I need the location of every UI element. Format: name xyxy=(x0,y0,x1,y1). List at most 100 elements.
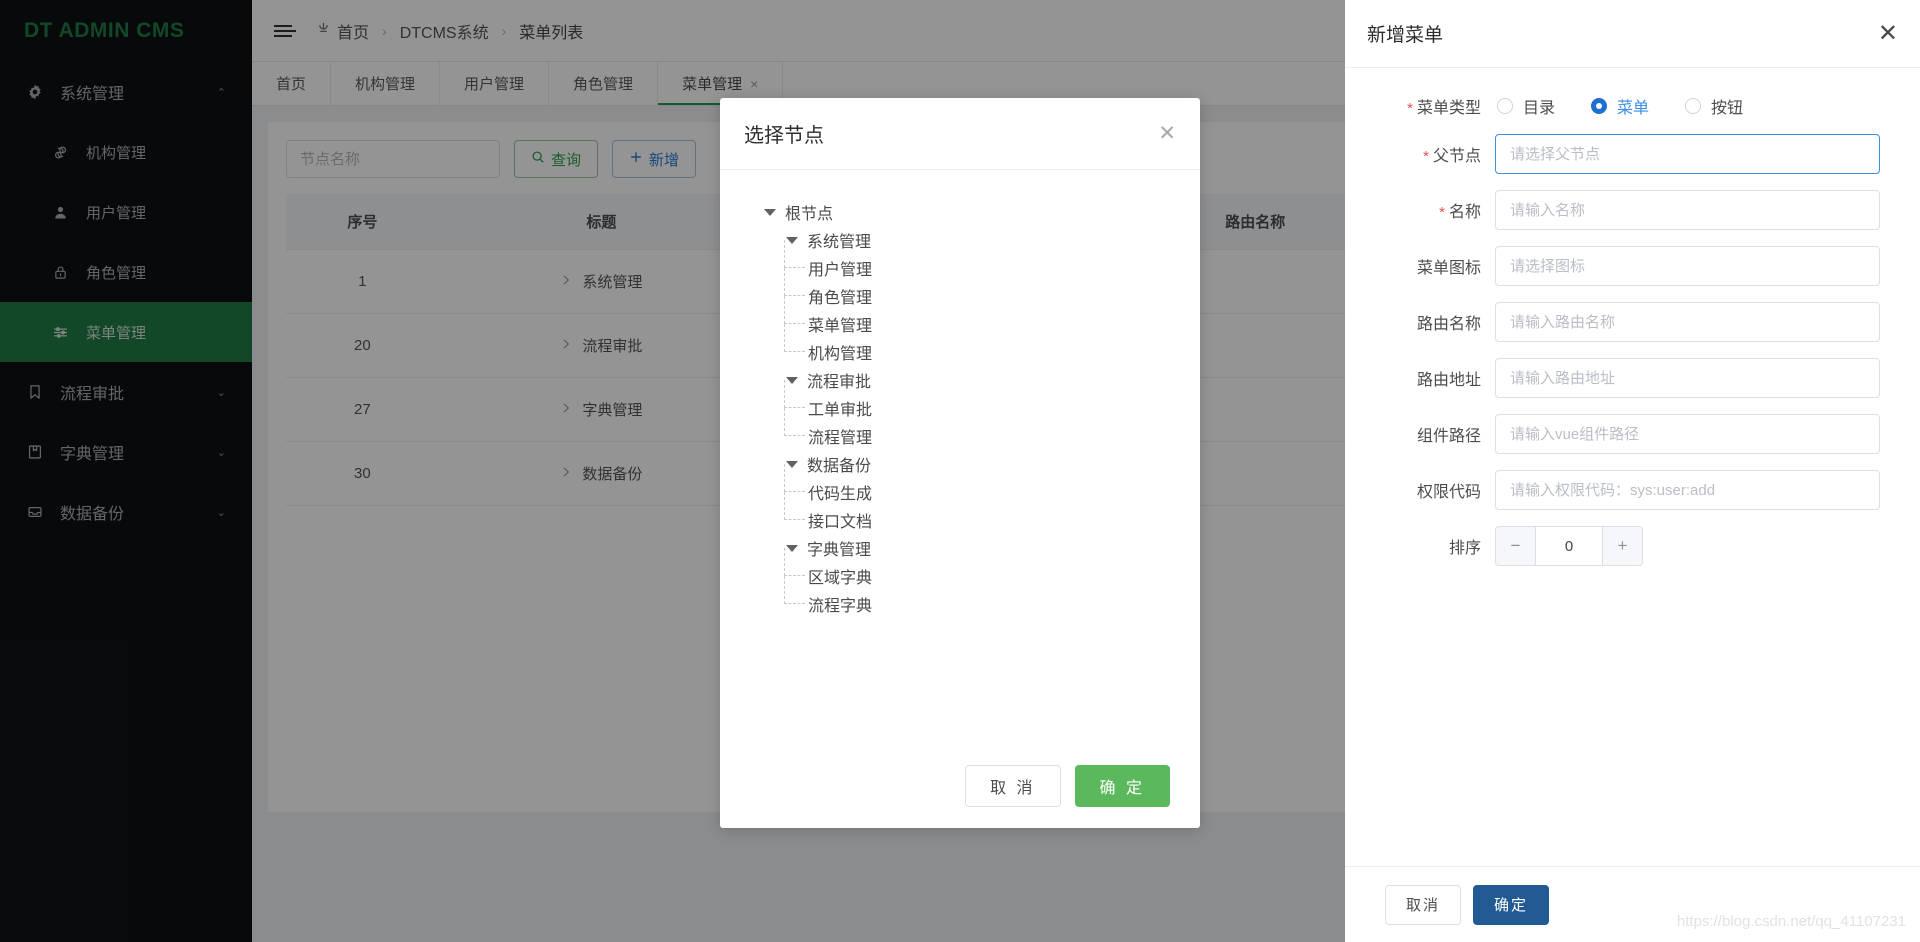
field-input-4[interactable] xyxy=(1495,358,1880,398)
drawer-header: 新增菜单 ✕ xyxy=(1345,0,1920,68)
tree-node-label: 菜单管理 xyxy=(808,312,872,336)
tree-node-13[interactable]: 区域字典 xyxy=(750,562,1170,590)
tree-node-label: 系统管理 xyxy=(807,228,871,252)
dialog-body: 根节点系统管理用户管理角色管理菜单管理机构管理流程审批工单审批流程管理数据备份代… xyxy=(720,170,1200,744)
form-row-4: 路由地址 xyxy=(1355,358,1880,398)
drawer-form: 菜单类型 目录 菜单 按钮 父节点名称菜单图标路由名称路由地址组件路径权限代码 排序… xyxy=(1345,68,1920,866)
tree-node-label: 用户管理 xyxy=(808,256,872,280)
menu-type-radio-label: 目录 xyxy=(1523,94,1555,118)
tree-leaf: 机构管理 xyxy=(808,338,872,366)
tree-leaf: 流程字典 xyxy=(808,590,872,618)
tree-node-label: 区域字典 xyxy=(808,564,872,588)
caret-down-icon[interactable] xyxy=(764,209,776,216)
close-icon[interactable]: ✕ xyxy=(1158,123,1176,144)
menu-type-radio-1[interactable]: 菜单 xyxy=(1591,94,1649,118)
tree-node-14[interactable]: 流程字典 xyxy=(750,590,1170,618)
tree-leaf: 代码生成 xyxy=(808,478,872,506)
dialog-confirm-button[interactable]: 确 定 xyxy=(1075,765,1170,807)
tree-node-label: 角色管理 xyxy=(808,284,872,308)
field-input-1[interactable] xyxy=(1495,190,1880,230)
tree-node-5[interactable]: 机构管理 xyxy=(750,338,1170,366)
form-row-5: 组件路径 xyxy=(1355,414,1880,454)
tree-leaf: 角色管理 xyxy=(808,282,872,310)
form-row-menu-type: 菜单类型 目录 菜单 按钮 xyxy=(1355,94,1880,118)
tree-node-label: 接口文档 xyxy=(808,508,872,532)
sort-decrement-button[interactable]: − xyxy=(1496,527,1536,565)
radio-circle-icon xyxy=(1685,98,1701,114)
sort-label: 排序 xyxy=(1355,534,1495,558)
radio-circle-icon xyxy=(1497,98,1513,114)
select-node-dialog: 选择节点 ✕ 根节点系统管理用户管理角色管理菜单管理机构管理流程审批工单审批流程… xyxy=(720,98,1200,828)
field-label-3: 路由名称 xyxy=(1355,310,1495,334)
tree-node-1[interactable]: 系统管理 xyxy=(750,226,1170,254)
field-label-5: 组件路径 xyxy=(1355,422,1495,446)
tree-node-9[interactable]: 数据备份 xyxy=(750,450,1170,478)
tree-node-label: 根节点 xyxy=(785,200,833,224)
tree-node-label: 代码生成 xyxy=(808,480,872,504)
form-row-3: 路由名称 xyxy=(1355,302,1880,342)
node-tree: 根节点系统管理用户管理角色管理菜单管理机构管理流程审批工单审批流程管理数据备份代… xyxy=(750,198,1170,618)
drawer-footer: 取消 确定 xyxy=(1345,866,1920,942)
tree-node-2[interactable]: 用户管理 xyxy=(750,254,1170,282)
menu-type-radio-label: 按钮 xyxy=(1711,94,1743,118)
tree-node-6[interactable]: 流程审批 xyxy=(750,366,1170,394)
tree-leaf: 工单审批 xyxy=(808,394,872,422)
field-label-0: 父节点 xyxy=(1355,142,1495,166)
sort-value[interactable]: 0 xyxy=(1536,538,1602,555)
sort-stepper[interactable]: − 0 + xyxy=(1495,526,1643,566)
tree-leaf: 区域字典 xyxy=(808,562,872,590)
tree-node-3[interactable]: 角色管理 xyxy=(750,282,1170,310)
tree-node-12[interactable]: 字典管理 xyxy=(750,534,1170,562)
watermark: https://blog.csdn.net/qq_41107231 xyxy=(1677,913,1906,930)
menu-type-radio-2[interactable]: 按钮 xyxy=(1685,94,1743,118)
tree-node-4[interactable]: 菜单管理 xyxy=(750,310,1170,338)
drawer-cancel-button[interactable]: 取消 xyxy=(1385,885,1461,925)
close-icon[interactable]: ✕ xyxy=(1878,22,1898,46)
tree-node-label: 流程管理 xyxy=(808,424,872,448)
dialog-title: 选择节点 xyxy=(744,119,824,148)
drawer-field-list: 父节点名称菜单图标路由名称路由地址组件路径权限代码 xyxy=(1355,134,1880,510)
form-row-0: 父节点 xyxy=(1355,134,1880,174)
form-row-2: 菜单图标 xyxy=(1355,246,1880,286)
app-root: DT ADMIN CMS 系统管理⌃机构管理用户管理角色管理菜单管理流程审批⌄字… xyxy=(0,0,1920,942)
form-row-1: 名称 xyxy=(1355,190,1880,230)
menu-type-label: 菜单类型 xyxy=(1355,94,1495,118)
radio-circle-icon xyxy=(1591,98,1607,114)
dialog-cancel-button[interactable]: 取 消 xyxy=(965,765,1060,807)
tree-node-label: 数据备份 xyxy=(807,452,871,476)
field-input-6[interactable] xyxy=(1495,470,1880,510)
field-input-5[interactable] xyxy=(1495,414,1880,454)
tree-node-11[interactable]: 接口文档 xyxy=(750,506,1170,534)
tree-node-label: 机构管理 xyxy=(808,340,872,364)
tree-leaf: 菜单管理 xyxy=(808,310,872,338)
tree-node-label: 流程字典 xyxy=(808,592,872,616)
add-menu-drawer: 新增菜单 ✕ 菜单类型 目录 菜单 按钮 父节点名称菜单图标路由名称路由地址组件路径… xyxy=(1345,0,1920,942)
tree-leaf: 接口文档 xyxy=(808,506,872,534)
tree-node-0[interactable]: 根节点 xyxy=(750,198,1170,226)
field-input-3[interactable] xyxy=(1495,302,1880,342)
tree-leaf: 用户管理 xyxy=(808,254,872,282)
tree-node-label: 流程审批 xyxy=(807,368,871,392)
field-label-6: 权限代码 xyxy=(1355,478,1495,502)
form-row-sort: 排序 − 0 + xyxy=(1355,526,1880,566)
dialog-footer: 取 消 确 定 xyxy=(720,744,1200,828)
tree-node-label: 字典管理 xyxy=(807,536,871,560)
tree-leaf: 流程管理 xyxy=(808,422,872,450)
form-row-6: 权限代码 xyxy=(1355,470,1880,510)
field-label-4: 路由地址 xyxy=(1355,366,1495,390)
tree-node-8[interactable]: 流程管理 xyxy=(750,422,1170,450)
drawer-confirm-button[interactable]: 确定 xyxy=(1473,885,1549,925)
menu-type-radio-label: 菜单 xyxy=(1617,94,1649,118)
menu-type-radio-0[interactable]: 目录 xyxy=(1497,94,1555,118)
tree-node-label: 工单审批 xyxy=(808,396,872,420)
drawer-title: 新增菜单 xyxy=(1367,20,1443,47)
field-input-2[interactable] xyxy=(1495,246,1880,286)
dialog-header: 选择节点 ✕ xyxy=(720,98,1200,170)
menu-type-radio-group: 目录 菜单 按钮 xyxy=(1495,94,1880,118)
tree-node-10[interactable]: 代码生成 xyxy=(750,478,1170,506)
field-label-2: 菜单图标 xyxy=(1355,254,1495,278)
tree-node-7[interactable]: 工单审批 xyxy=(750,394,1170,422)
field-label-1: 名称 xyxy=(1355,198,1495,222)
sort-increment-button[interactable]: + xyxy=(1602,527,1642,565)
field-input-0[interactable] xyxy=(1495,134,1880,174)
